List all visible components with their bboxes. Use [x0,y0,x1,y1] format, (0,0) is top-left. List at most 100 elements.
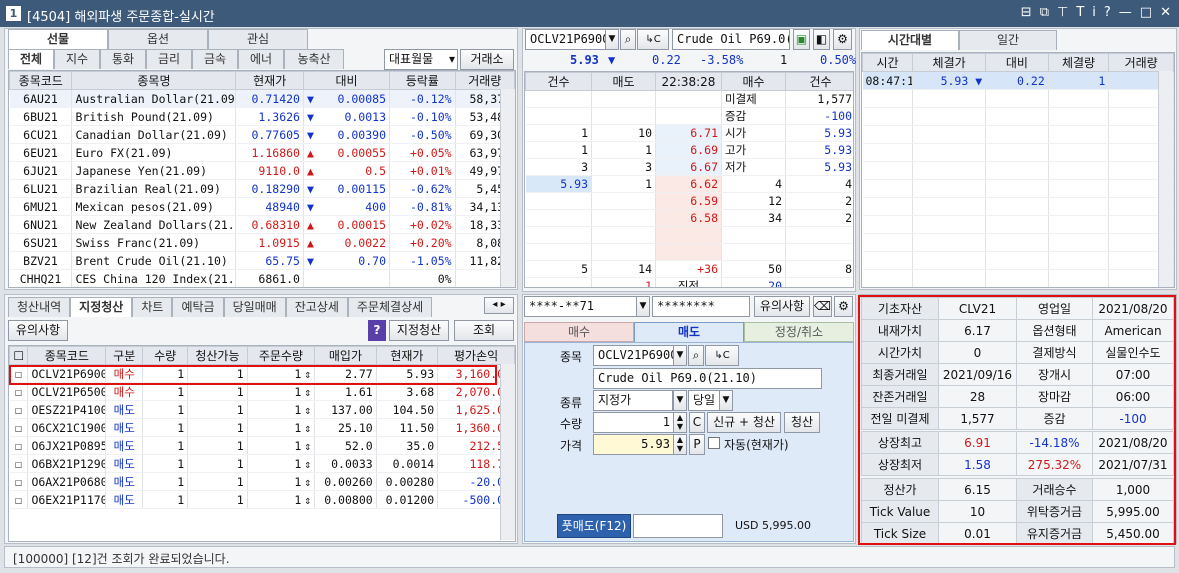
positions-scrollbar[interactable] [500,364,515,540]
order-qty[interactable]: 1 ⇕ [247,382,316,401]
position-row[interactable]: ☐ O6CX21C1900 매도 1 1 1 ⇕ 25.10 11.50 1,360.00 [9,418,515,437]
order-symbol-input[interactable]: OCLV21P6900 [593,345,675,366]
info-icon[interactable]: i [1092,5,1096,20]
price-stepper[interactable]: ▲ ▼ [673,434,687,455]
maximize-icon[interactable]: □ [1140,5,1152,20]
layout-icon[interactable]: ⊟ [1021,5,1032,20]
minimize-icon[interactable]: — [1119,5,1132,20]
position-row[interactable]: ☐ OCLV21P6500 매수 1 1 1 ⇕ 1.61 3.68 2,070.00 [9,382,515,401]
qty-stepper-icon[interactable]: ⇕ [304,493,311,507]
eraser-icon[interactable]: ⌫ [813,296,832,317]
chevron-down-icon[interactable]: ▼ [673,390,687,411]
code-lookup-icon[interactable]: ↳C [637,29,669,50]
order-qty[interactable]: 1 ⇕ [247,436,316,455]
help-icon[interactable]: ? [368,320,386,341]
row-checkbox[interactable]: ☐ [9,490,29,509]
ob-row[interactable]: 1 1 6.69 고가 5.93 [525,141,853,159]
ob-row[interactable] [525,226,853,244]
qty-stepper-icon[interactable]: ⇕ [304,457,311,471]
qty-clear-button[interactable]: C [689,412,705,433]
ob-row[interactable]: 1 직전 20 [525,277,853,287]
account-select[interactable]: ****-**71 [524,296,637,317]
gear-icon[interactable]: ⚙ [834,296,853,317]
tab-sell[interactable]: 매도 [634,322,744,342]
tab-positions-2[interactable]: 차트 [132,297,173,317]
restore-icon[interactable]: ⧉ [1040,5,1049,20]
tab-positions-5[interactable]: 잔고상세 [285,297,348,317]
tab-buy[interactable]: 매수 [524,322,634,342]
tab-scroll-arrows[interactable]: ◂ ▸ [484,297,514,314]
market-row[interactable]: 6BU21 British Pound(21.09) 1.3626 ▼ 0.0013 -0… [9,107,515,126]
link-icon[interactable]: ◧ [813,29,830,50]
pin-icon[interactable]: ⊤ [1057,5,1068,20]
order-qty[interactable]: 1 ⇕ [247,418,316,437]
market-row[interactable]: 6CU21 Canadian Dollar(21.09) 0.77605 ▼ 0.003… [9,125,515,144]
market-row[interactable]: 6AU21 Australian Dollar(21.09) 0.71420 ▼ 0.0… [9,89,515,108]
ob-row[interactable]: 5.93 1 6.62 4 4 [525,175,853,193]
market-row[interactable]: 6NU21New Zealand Dollars(21.09)0.68310▲ 0… [9,215,515,234]
position-row[interactable]: ☐ O6BX21P1290 매도 1 1 1 ⇕ 0.0033 0.0014 118.75 [9,454,515,473]
query-button[interactable]: 조회 [454,320,514,341]
qty-stepper-icon[interactable]: ⇕ [304,385,311,399]
ob-row[interactable]: 미결제 1,577 [525,90,853,108]
chevron-down-icon[interactable]: ▼ [719,390,733,411]
chevron-down-icon[interactable]: ▼ [605,29,619,50]
ob-row[interactable]: 6.58 34 2 [525,209,853,227]
close-icon[interactable]: ✕ [1160,5,1171,20]
row-checkbox[interactable]: ☐ [9,436,29,455]
password-input[interactable]: ******** [652,296,750,317]
subtab-6[interactable]: 농축산물 [284,49,344,85]
market-row[interactable]: 6LU21 Brazilian Real(21.09) 0.18290 ▼ 0.0011… [9,179,515,198]
tab-market-2[interactable]: 관심 [208,29,308,49]
position-row[interactable]: ☐ O6AX21P0680 매도 1 1 1 ⇕ 0.00260 0.00280 -20.00 [9,472,515,491]
month-select[interactable]: 대표월물 ▾ [384,49,458,70]
subtab-0[interactable]: 전체 [8,49,54,69]
tab-positions-1[interactable]: 지정청산 [70,297,133,317]
ob-row[interactable]: 6.59 12 2 [525,192,853,210]
help-icon[interactable]: ? [1104,5,1111,20]
row-checkbox[interactable]: ☐ [9,418,29,437]
position-row[interactable]: ☐ O6JX21P0895 매도 1 1 1 ⇕ 52.0 35.0 212.50 [9,436,515,455]
row-checkbox[interactable]: ☐ [9,382,29,401]
market-row[interactable]: 6MU21 Mexican pesos(21.09) 48940 ▼ 400 -0.81%… [9,197,515,216]
ob-row[interactable]: 5 14 +36 50 8 [525,260,853,278]
put-sell-button[interactable]: 풋매도(F12) [557,514,631,538]
order-qty[interactable]: 1 ⇕ [247,490,316,509]
subtab-4[interactable]: 금속 [192,49,238,69]
auto-price-checkbox[interactable] [708,437,720,449]
tab-market-1[interactable]: 옵션 [108,29,208,49]
tab-ticks-0[interactable]: 시간대별 [861,30,959,50]
designate-close-button[interactable]: 지정청산 [389,320,449,341]
notice-button[interactable]: 유의사항 [8,320,68,341]
market-row[interactable]: 6SU21 Swiss Franc(21.09) 1.0915 ▲ 0.0022 +0.2… [9,233,515,252]
row-checkbox[interactable]: ☐ [9,472,29,491]
order-qty[interactable]: 1 ⇕ [247,472,316,491]
ob-row[interactable]: 증감 -100 [525,107,853,125]
market-row[interactable]: CHHQ21CES China 120 Index(21.08)6861.0 0%… [9,269,515,287]
tick-row[interactable]: 08:47:115.93 ▼0.2211 [862,71,1174,90]
subtab-5[interactable]: 에너지 [238,49,284,85]
chevron-down-icon[interactable]: ▼ [673,345,687,366]
tab-positions-3[interactable]: 예탁금 [172,297,224,317]
ob-row[interactable] [525,243,853,261]
order-price-input[interactable]: 5.93 [593,434,675,455]
exchange-button[interactable]: 거래소 [460,49,514,70]
gear-icon[interactable]: ⚙ [833,29,852,50]
price-p-button[interactable]: P [689,434,705,455]
order-qty[interactable]: 1 ⇕ [247,400,316,419]
market-row[interactable]: 6EU21 Euro FX(21.09) 1.16860 ▲ 0.00055 +0.05%… [9,143,515,162]
close-button[interactable]: 청산 [784,412,820,433]
tab-ticks-1[interactable]: 일간 [959,30,1057,50]
qty-stepper-icon[interactable]: ⇕ [304,439,311,453]
tab-modify-cancel[interactable]: 정정/취소 [744,322,854,342]
code-lookup-icon[interactable]: ↳C [705,345,739,366]
position-row[interactable]: ☐ OESZ21P4100 매도 1 1 1 ⇕ 137.00 104.50 1,625.00 [9,400,515,419]
subtab-1[interactable]: 지수 [54,49,100,69]
position-row[interactable]: ☐ O6EX21P1170 매도 1 1 1 ⇕ 0.00800 0.01200 -500.00 [9,490,515,509]
qty-stepper-icon[interactable]: ⇕ [304,475,311,489]
row-checkbox[interactable]: ☐ [9,454,29,473]
row-checkbox[interactable]: ☐ [9,400,29,419]
order-notice-button[interactable]: 유의사항 [754,296,810,317]
tab-positions-0[interactable]: 청산내역 [8,297,71,317]
qty-stepper-icon[interactable]: ⇕ [304,403,311,417]
